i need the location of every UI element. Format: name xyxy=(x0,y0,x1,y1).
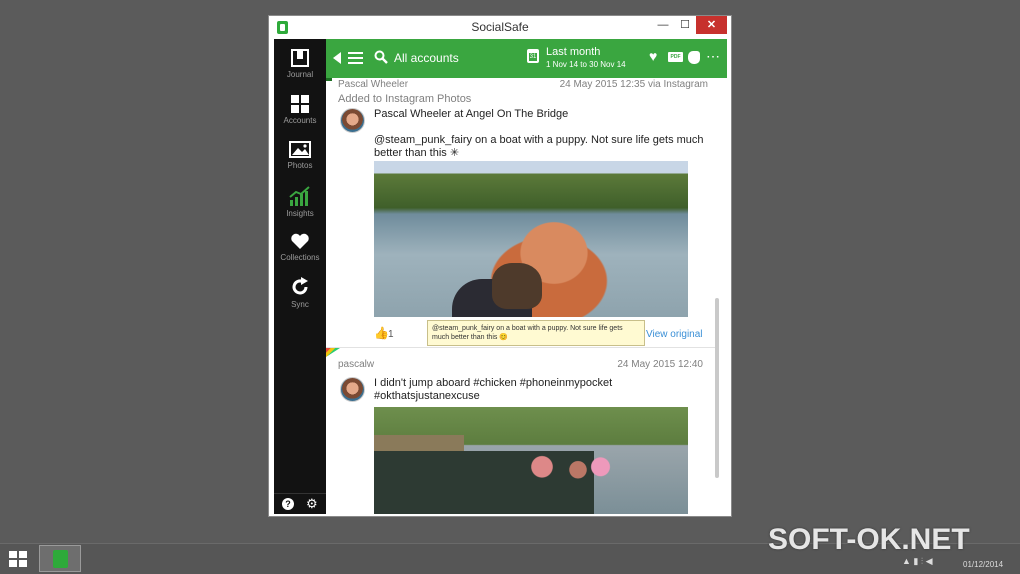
photo-puppy xyxy=(492,263,542,309)
maximize-button[interactable]: ☐ xyxy=(674,16,696,34)
feed-scrollbar[interactable] xyxy=(715,298,719,478)
post-divider xyxy=(326,347,716,348)
toolbar: All accounts 31 Last month 1 Nov 14 to 3… xyxy=(326,39,727,78)
like-count: 1 xyxy=(388,329,394,340)
post-photo[interactable] xyxy=(374,161,688,317)
post-text: @steam_punk_fairy on a boat with a puppy… xyxy=(374,134,704,159)
like-icon[interactable]: 👍 xyxy=(374,326,389,340)
sidebar-label-photos: Photos xyxy=(287,161,313,170)
avatar[interactable] xyxy=(340,377,365,402)
help-icon[interactable]: ? xyxy=(282,498,294,510)
sidebar-label-sync: Sync xyxy=(291,300,309,309)
photo-people xyxy=(524,455,614,514)
view-original-link[interactable]: View original xyxy=(646,329,703,340)
sidebar-label-collections: Collections xyxy=(280,253,320,262)
accounts-filter[interactable]: All accounts xyxy=(394,51,459,65)
journal-icon xyxy=(291,49,309,67)
post-meta: 24 May 2015 12:40 xyxy=(617,359,703,370)
back-arrow-icon[interactable] xyxy=(333,52,341,64)
sidebar-label-accounts: Accounts xyxy=(283,116,317,125)
avatar[interactable] xyxy=(340,108,365,133)
watermark: SOFT-OK.NET xyxy=(768,523,970,556)
menu-icon[interactable] xyxy=(348,52,363,64)
post-title: Pascal Wheeler at Angel On The Bridge xyxy=(374,108,569,120)
toolbar-corner xyxy=(326,78,332,81)
sidebar-footer: ? ⚙ xyxy=(274,493,326,514)
system-tray[interactable]: ▲ ▮ ⫶ ◀ xyxy=(902,556,933,567)
taskbar-socialsafe[interactable] xyxy=(39,545,81,572)
favorite-icon[interactable]: ♥ xyxy=(649,48,657,64)
sidebar-item-sync[interactable]: Sync xyxy=(274,277,326,309)
period-label[interactable]: Last month xyxy=(546,46,600,58)
period-range[interactable]: 1 Nov 14 to 30 Nov 14 xyxy=(546,60,626,69)
title-bar[interactable]: SocialSafe — ☐ ✕ xyxy=(269,16,731,39)
calendar-icon[interactable]: 31 xyxy=(527,49,539,63)
post-added-label: Added to Instagram Photos xyxy=(338,93,472,105)
sidebar-label-journal: Journal xyxy=(286,70,314,79)
instagram-badge-icon xyxy=(326,348,340,357)
heart-icon xyxy=(291,233,309,249)
search-icon[interactable] xyxy=(374,50,388,64)
post-photo[interactable] xyxy=(374,407,688,514)
post-author[interactable]: Pascal Wheeler xyxy=(338,79,408,90)
minimize-button[interactable]: — xyxy=(652,16,674,34)
post-text: I didn't jump aboard #chicken #phoneinmy… xyxy=(374,377,613,402)
caption-tooltip: @steam_punk_fairy on a boat with a puppy… xyxy=(427,320,645,346)
pdf-export-icon[interactable]: PDF xyxy=(668,52,683,62)
windows-start-icon[interactable] xyxy=(9,551,27,567)
photo-icon xyxy=(289,141,311,158)
sidebar-item-journal[interactable]: Journal xyxy=(274,49,326,79)
app-window: SocialSafe — ☐ ✕ Journal Accounts Photos… xyxy=(268,15,732,517)
taskbar-date[interactable]: 01/12/2014 xyxy=(963,560,1003,569)
sidebar-item-photos[interactable]: Photos xyxy=(274,141,326,170)
chart-icon xyxy=(289,186,310,206)
sync-icon xyxy=(292,277,308,295)
gear-icon[interactable]: ⚙ xyxy=(306,497,318,511)
post-meta: 24 May 2015 12:35 via Instagram xyxy=(559,79,708,90)
close-button[interactable]: ✕ xyxy=(696,16,727,34)
sidebar-item-accounts[interactable]: Accounts xyxy=(274,95,326,125)
sidebar-item-insights[interactable]: Insights xyxy=(274,186,326,218)
more-icon[interactable]: ⋯ xyxy=(706,48,721,65)
grid-icon xyxy=(291,95,309,113)
sidebar-item-collections[interactable]: Collections xyxy=(274,233,326,262)
journal-feed[interactable]: Pascal Wheeler 24 May 2015 12:35 via Ins… xyxy=(326,78,727,514)
post-author[interactable]: pascalw xyxy=(338,359,374,370)
sidebar-label-insights: Insights xyxy=(286,209,314,218)
sidebar: Journal Accounts Photos Insights Collect… xyxy=(274,39,326,514)
socialsafe-taskbar-icon xyxy=(53,550,68,568)
evernote-icon[interactable] xyxy=(688,51,700,64)
